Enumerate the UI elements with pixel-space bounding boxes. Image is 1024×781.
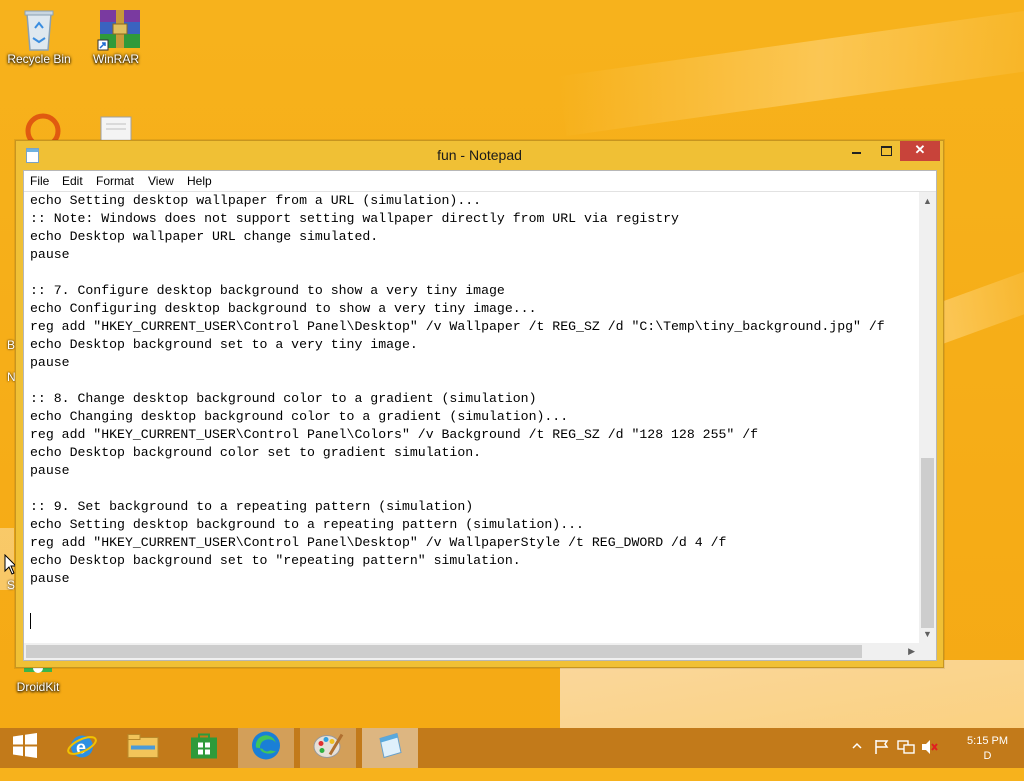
text-line: pause [30,355,70,370]
text-line: :: Note: Windows does not support settin… [30,211,679,226]
text-line: echo Changing desktop background color t… [30,409,569,424]
menu-file[interactable]: File [30,174,49,188]
text-line: reg add "HKEY_CURRENT_USER\Control Panel… [30,535,727,550]
taskbar-store[interactable] [176,728,232,768]
text-line: :: 8. Change desktop background color to… [30,391,537,406]
taskbar-paint[interactable] [300,728,356,768]
folder-icon [127,732,159,765]
recycle-bin-desktop-icon[interactable]: Recycle Bin [3,6,75,66]
window-title: fun - Notepad [437,147,522,163]
taskbar-file-explorer[interactable] [115,728,171,768]
text-line: echo Desktop background set to a very ti… [30,337,418,352]
vertical-scrollbar[interactable]: ▲ ▼ [919,192,936,643]
volume-muted-icon[interactable] [921,739,939,779]
paint-palette-icon [312,731,344,766]
horizontal-scrollbar[interactable]: ▶ [24,643,919,660]
desktop-icon-partial-label: B [7,338,16,352]
text-line: echo Setting desktop background to a rep… [30,517,584,532]
internet-explorer-icon: e [66,730,98,767]
text-editor[interactable]: echo Setting desktop wallpaper from a UR… [24,192,919,643]
text-line [24,480,919,498]
menu-help[interactable]: Help [187,174,212,188]
text-line: pause [30,247,70,262]
winrar-label: WinRAR [92,52,139,66]
text-line: :: 7. Configure desktop background to sh… [30,283,505,298]
vertical-scroll-thumb[interactable] [921,458,934,628]
text-line: reg add "HKEY_CURRENT_USER\Control Panel… [30,319,885,334]
text-line: reg add "HKEY_CURRENT_USER\Control Panel… [30,427,759,442]
taskbar-clock[interactable]: 5:15 PM D [967,734,1008,764]
winrar-desktop-icon[interactable]: WinRAR [80,6,152,66]
minimize-icon [851,152,861,154]
action-center-flag-icon[interactable] [874,739,890,779]
text-line [24,264,919,282]
close-icon: ✕ [914,142,926,157]
size-grip[interactable] [919,643,936,660]
menu-bar: File Edit Format View Help [24,171,936,192]
taskbar-internet-explorer[interactable]: e [54,728,110,768]
notepad-client-area: File Edit Format View Help echo Setting … [23,170,937,661]
start-button[interactable] [0,728,50,768]
store-icon [189,731,219,766]
text-line: echo Desktop background color set to gra… [30,445,482,460]
media-player-desktop-icon[interactable] [24,112,62,149]
document-desktop-icon[interactable] [100,116,134,144]
droidkit-label: DroidKit [16,680,60,694]
maximize-icon [881,146,892,156]
text-line: :: 9. Set background to a repeating patt… [30,499,474,514]
minimize-button[interactable] [839,141,873,161]
text-line: echo Desktop wallpaper URL change simula… [30,229,379,244]
clock-time: 5:15 PM [967,735,1008,747]
taskbar-edge[interactable] [238,728,294,768]
text-line: echo Desktop background set to "repeatin… [30,553,521,568]
text-caret [30,612,31,629]
text-line [24,372,919,390]
title-bar[interactable]: fun - Notepad ✕ [16,141,943,170]
scroll-right-arrow-icon[interactable]: ▶ [908,646,915,656]
horizontal-scroll-thumb[interactable] [26,645,862,658]
wallpaper-light-area [560,660,1024,730]
taskbar-notepad[interactable] [362,728,418,768]
taskbar: e 5:15 PM D [0,728,1024,768]
text-line: pause [30,571,70,586]
recycle-bin-label: Recycle Bin [7,52,71,66]
text-line: echo Configuring desktop background to s… [30,301,537,316]
edge-icon [250,730,282,767]
clock-date: D [983,750,992,762]
menu-format[interactable]: Format [96,174,134,188]
menu-view[interactable]: View [148,174,174,188]
recycle-bin-icon [19,6,59,51]
text-line [24,588,919,606]
caret-line [24,612,919,630]
scroll-down-arrow-icon[interactable]: ▼ [923,629,932,639]
windows-logo-icon [12,733,38,764]
close-button[interactable]: ✕ [900,141,940,161]
menu-edit[interactable]: Edit [62,174,83,188]
text-line: echo Setting desktop wallpaper from a UR… [30,193,482,208]
winrar-icon [96,6,140,51]
text-line: pause [30,463,70,478]
network-icon[interactable] [897,739,915,779]
show-hidden-icons-chevron-icon[interactable] [852,741,862,781]
notepad-window[interactable]: fun - Notepad ✕ File Edit Format View He… [15,140,944,668]
notepad-taskbar-icon [375,731,405,766]
wallpaper-streak [558,4,1024,136]
scroll-up-arrow-icon[interactable]: ▲ [923,196,932,206]
maximize-button[interactable] [873,141,900,161]
